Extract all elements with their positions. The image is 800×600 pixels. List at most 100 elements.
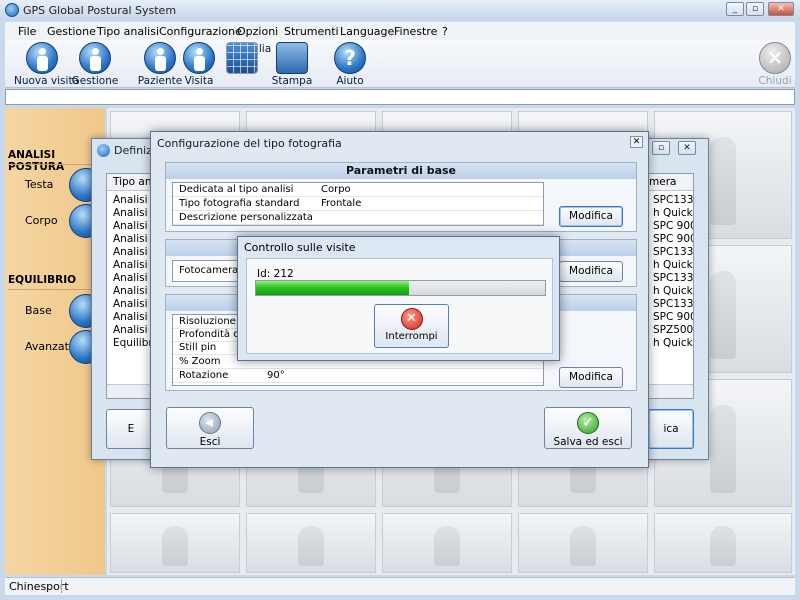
left-item-avanzato[interactable]: Avanzato: [5, 330, 105, 364]
chiudi-button[interactable]: ✕ Chiudi: [747, 42, 800, 88]
param-value: Frontale: [321, 198, 362, 209]
menu-finestre[interactable]: Finestre: [394, 25, 437, 38]
nuova-visita-label: Nuova visita: [14, 75, 79, 87]
back-arrow-icon: [199, 412, 221, 434]
list-cell-camera: SPC 900NC: [653, 220, 693, 232]
param-label: % Zoom: [179, 356, 221, 367]
definition-dialog-title: Definizi: [114, 144, 156, 157]
menu-help[interactable]: ?: [442, 25, 448, 38]
grid-icon: [226, 42, 258, 74]
interrompi-label: Interrompi: [385, 331, 438, 342]
base-label: Base: [25, 304, 52, 317]
list-cell-camera: h QuickCam: [653, 337, 693, 349]
list-cell-camera: h QuickCam: [653, 207, 693, 219]
stampa-button[interactable]: Stampa: [264, 42, 320, 88]
list-cell-camera: SPC1330NC: [653, 298, 694, 310]
progress-bar-fill: [256, 281, 410, 295]
left-item-base[interactable]: Base: [5, 294, 105, 328]
new-visit-icon: [26, 42, 58, 74]
toolbar: Nuova visita Gestione Paziente Visita Gr…: [5, 40, 795, 88]
photo-thumbnail[interactable]: [654, 513, 792, 573]
modifica-button-1[interactable]: Modifica: [559, 206, 623, 227]
base-params-grid: Dedicata al tipo analisi Corpo Tipo foto…: [172, 182, 544, 226]
dialog-globe-icon: [97, 144, 110, 157]
grid-row: Rotazione 90°: [173, 369, 543, 383]
menu-strumenti[interactable]: Strumenti: [284, 25, 339, 38]
base-params-group: Parametri di base Dedicata al tipo anali…: [165, 162, 637, 232]
list-cell-camera: h QuickCam: [653, 259, 693, 271]
info-bar: [5, 89, 795, 105]
list-cell-camera: SPC 900NC: [653, 233, 693, 245]
modifica-button-3[interactable]: Modifica: [559, 367, 623, 388]
checkmark-icon: ✓: [577, 412, 599, 434]
interrompi-button[interactable]: ✕ Interrompi: [374, 304, 449, 348]
corpo-label: Corpo: [25, 214, 58, 227]
grid-row: Tipo fotografia standard Frontale: [173, 197, 543, 211]
status-text: Chinesport: [9, 580, 69, 593]
management-icon: [79, 42, 111, 74]
visit-check-title: Controllo sulle visite: [244, 241, 356, 254]
list-cell-camera: SPC1330NC: [653, 194, 694, 206]
help-icon: ?: [334, 42, 366, 74]
param-value: 90°: [267, 370, 285, 381]
left-panel: ANALISI POSTURA Testa Corpo EQUILIBRIO B…: [5, 108, 105, 575]
left-item-corpo[interactable]: Corpo: [5, 204, 105, 238]
photo-thumbnail[interactable]: [110, 513, 240, 573]
menu-opzioni[interactable]: Opzioni: [237, 25, 278, 38]
menu-file[interactable]: File: [18, 25, 36, 38]
param-value: Corpo: [321, 184, 351, 195]
param-label: Dedicata al tipo analisi: [179, 184, 294, 195]
list-cell-camera: SPC 900NC: [653, 311, 693, 323]
close-icon: ✕: [759, 42, 791, 74]
photo-thumbnail[interactable]: [518, 513, 648, 573]
col-camera[interactable]: mera: [649, 176, 676, 188]
menu-tipo-analisi[interactable]: Tipo analisi: [97, 25, 159, 38]
section-divider: [8, 289, 102, 290]
menu-gestione[interactable]: Gestione: [47, 25, 96, 38]
progress-bar: [255, 280, 546, 296]
base-params-title: Parametri di base: [166, 163, 636, 179]
menu-bar: File Gestione Tipo analisi Configurazion…: [5, 22, 795, 40]
salva-ed-esci-button[interactable]: ✓ Salva ed esci: [544, 407, 632, 449]
grid-row: Dedicata al tipo analisi Corpo: [173, 183, 543, 197]
visita-button[interactable]: Visita: [171, 42, 227, 88]
status-bar: Chinesport: [5, 577, 795, 595]
photo-thumbnail[interactable]: [246, 513, 376, 573]
gestione-button[interactable]: Gestione: [67, 42, 123, 88]
menu-configurazione[interactable]: Configurazione: [159, 25, 242, 38]
back-dialog-left-button[interactable]: E: [106, 409, 156, 449]
visit-icon: [183, 42, 215, 74]
param-label: Fotocamera: [179, 265, 239, 276]
section-equilibrio: EQUILIBRIO: [8, 274, 77, 286]
config-close-button[interactable]: ✕: [630, 136, 643, 148]
back-dialog-modify-button[interactable]: ica: [648, 409, 694, 449]
visit-id-text: Id: 212: [257, 268, 294, 280]
maximize-button[interactable]: ▫: [746, 2, 764, 16]
menu-language[interactable]: Language: [340, 25, 394, 38]
esci-button[interactable]: Esci: [166, 407, 254, 449]
minimize-button[interactable]: _: [726, 2, 744, 16]
photo-thumbnail[interactable]: [382, 513, 512, 573]
nuova-visita-button[interactable]: Nuova visita: [14, 42, 79, 88]
stampa-label: Stampa: [271, 75, 313, 87]
window-title: GPS Global Postural System: [23, 4, 177, 17]
config-dialog-title: Configurazione del tipo fotografia: [157, 137, 342, 150]
left-item-testa[interactable]: Testa: [5, 168, 105, 202]
list-cell-camera: SPC1330NC: [653, 246, 694, 258]
close-window-button[interactable]: ✕: [768, 2, 794, 16]
list-cell-camera: SPC1330NC: [653, 272, 694, 284]
dialog-close-button[interactable]: ✕: [678, 141, 696, 155]
app-globe-icon: [5, 3, 19, 17]
chiudi-label: Chiudi: [758, 75, 792, 87]
visita-label: Visita: [184, 75, 214, 87]
aiuto-button[interactable]: ? Aiuto: [322, 42, 378, 88]
param-label: Risoluzione: [179, 316, 236, 327]
modifica-button-2[interactable]: Modifica: [559, 261, 623, 282]
gestione-label: Gestione: [71, 75, 119, 87]
dialog-maximize-button[interactable]: ▫: [652, 141, 670, 155]
list-cell-camera: SPZ5000 W: [653, 324, 694, 336]
aiuto-label: Aiuto: [336, 75, 364, 87]
param-label: Rotazione: [179, 370, 229, 381]
list-cell-camera: h QuickCam: [653, 285, 693, 297]
esci-label: Esci: [199, 436, 221, 448]
